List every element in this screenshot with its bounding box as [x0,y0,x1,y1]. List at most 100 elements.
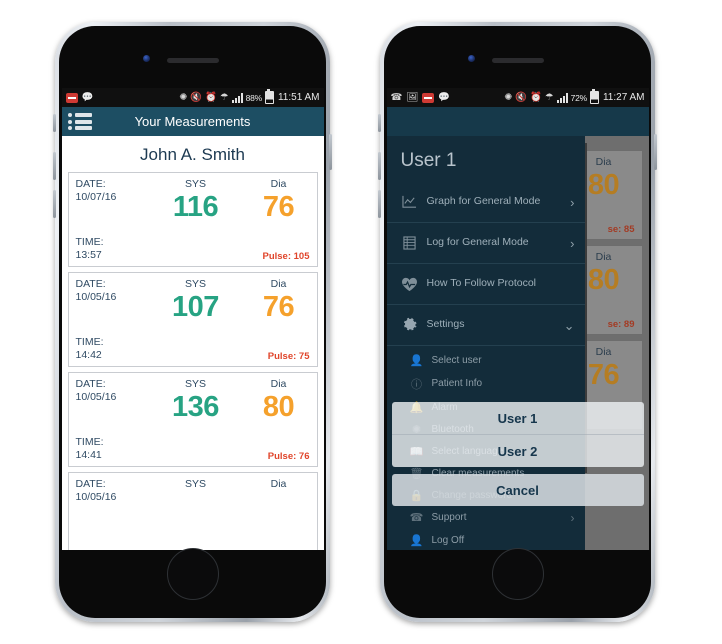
time-value: 14:41 [75,448,102,461]
date-value: 10/05/16 [75,291,117,304]
front-camera [142,55,150,62]
home-button[interactable] [166,548,219,600]
dia-value: 76 [262,291,295,324]
pulse-value: Pulse: 76 [267,451,310,462]
sys-value: 116 [172,191,219,224]
status-icons-left: 💬 [65,91,94,103]
table-row[interactable]: DATE: 10/05/16 SYS 136 Dia 80 TIME: 14:4… [67,372,318,467]
bluetooth-icon: ✺ [504,91,513,103]
dialog-cancel-group[interactable]: Cancel [391,474,644,506]
drawer-item-label: Log for General Mode [426,236,529,249]
drawer-item-graph[interactable]: Graph for General Mode › [386,182,585,223]
table-row[interactable]: DATE: 10/05/16 SYS 107 Dia 76 TIME: 14:4… [67,272,318,367]
dia-label: Dia [270,478,287,490]
sys-label: SYS [184,478,206,490]
volume-up-button[interactable] [53,152,56,180]
date-label: DATE: [75,378,106,390]
earpiece-speaker [491,58,544,63]
user-select-dialog[interactable]: User 1 User 2 Cancel [391,402,644,506]
status-time: 11:51 AM [277,92,320,103]
chart-icon [399,195,421,209]
pulse-value: Pulse: 105 [262,251,310,262]
drawer-item-label: How To Follow Protocol [426,277,537,290]
status-icons-left: ☎ 🖼 💬 [390,91,451,103]
signal-icon [556,92,568,103]
mute-icon: 🔇 [515,91,528,103]
chevron-right-icon: › [570,194,575,210]
submenu-item-label: Select user [431,354,482,366]
submenu-item-patient-info[interactable]: ⓘ Patient Info [387,371,585,396]
phone-left: 💬 ✺ 🔇 ⏰ ☂ 88% 11:51 AM Your Measurements… [53,22,332,622]
chat-icon: 💬 [81,91,94,103]
submenu-item-select-user[interactable]: 👤 Select user [387,349,585,371]
phone-icon: ☎ [390,91,403,103]
gear-icon [399,317,421,333]
status-bar-left: 💬 ✺ 🔇 ⏰ ☂ 88% 11:51 AM [61,88,324,107]
submenu-item-log-off[interactable]: 👤 Log Off [387,529,585,550]
battery-icon [589,89,599,104]
dia-label: Dia [270,378,287,390]
message-red-icon [65,92,78,103]
date-label: DATE: [75,478,106,490]
pulse-value: se: 89 [607,319,635,330]
earpiece-speaker [166,58,219,63]
chat-icon: 💬 [438,91,451,103]
home-button[interactable] [491,548,544,600]
table-row[interactable]: DATE: 10/05/16 SYS Dia [67,472,318,550]
user-icon: 👤 [409,354,424,367]
volume-down-button[interactable] [53,190,56,218]
measurement-list[interactable]: DATE: 10/07/16 SYS 116 Dia 76 TIME: 13:5… [61,172,324,550]
info-icon: ⓘ [411,378,422,391]
time-value: 13:57 [75,248,102,261]
silent-switch[interactable] [378,114,381,132]
dialog-options-group[interactable]: User 1 User 2 [391,402,644,467]
patient-name: John A. Smith [61,136,324,172]
phone-call-icon: ☎ [409,512,424,524]
drawer-item-log[interactable]: Log for General Mode › [386,223,585,264]
wifi-icon: ☂ [545,91,554,103]
battery-percent: 72% [570,92,588,103]
battery-icon [264,89,274,104]
signal-icon [231,92,243,103]
status-icons-right: ✺ 🔇 ⏰ ☂ 88% 11:51 AM [179,89,320,104]
heart-pulse-icon [399,277,421,292]
drawer-item-settings[interactable]: Settings ⌄ [386,305,585,346]
date-value: 10/05/16 [75,491,117,504]
cancel-button[interactable]: Cancel [392,474,644,506]
date-label: DATE: [75,278,106,290]
time-label: TIME: [75,335,104,348]
status-icons-right: ✺ 🔇 ⏰ ☂ 72% 11:27 AM [504,89,645,104]
dialog-option-user-1[interactable]: User 1 [392,402,644,434]
log-icon [399,236,421,250]
alarm-icon: ⏰ [205,91,218,103]
dia-label: Dia [270,178,287,190]
time-label: TIME: [75,435,104,448]
submenu-item-label: Support [431,512,467,523]
power-button[interactable] [654,134,657,170]
submenu-item-label: Patient Info [431,378,483,389]
submenu-item-support[interactable]: ☎ Support › [387,506,585,529]
volume-up-button[interactable] [378,152,381,180]
page-title: Your Measurements [134,114,251,129]
volume-down-button[interactable] [378,190,381,218]
drawer-item-protocol[interactable]: How To Follow Protocol [386,264,585,305]
drawer-item-label: Graph for General Mode [426,195,541,208]
wifi-icon: ☂ [220,91,229,103]
bluetooth-icon: ✺ [179,91,188,103]
sys-label: SYS [184,278,206,290]
sys-label: SYS [184,178,206,190]
power-button[interactable] [329,134,332,170]
status-time: 11:27 AM [602,92,645,103]
screen-right: ☎ 🖼 💬 ✺ 🔇 ⏰ ☂ 72% 11:27 AM Dia 80 se: 85… [386,88,649,550]
dia-value: 76 [262,191,295,224]
user-icon: 👤 [409,534,424,547]
submenu-item-label: Log Off [431,534,465,546]
time-label: TIME: [75,235,104,248]
silent-switch[interactable] [53,114,56,132]
table-row[interactable]: DATE: 10/07/16 SYS 116 Dia 76 TIME: 13:5… [67,172,318,267]
date-value: 10/07/16 [75,191,117,204]
date-label: DATE: [75,178,106,190]
dialog-option-user-2[interactable]: User 2 [391,434,644,467]
date-value: 10/05/16 [75,391,117,404]
list-menu-icon[interactable] [67,113,94,130]
